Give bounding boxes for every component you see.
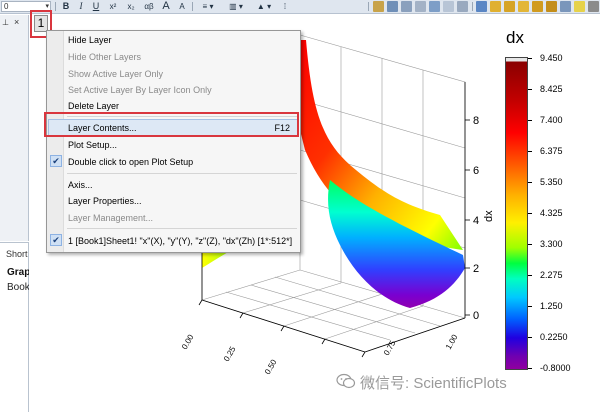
colorbar-label: 1.250 [540, 301, 563, 311]
colorbar-label: -0.8000 [540, 363, 571, 373]
colorbar-tick [528, 151, 532, 152]
watermark-text: 微信号: ScientificPlots [360, 375, 507, 392]
menu-item-axis[interactable]: Axis... [68, 178, 93, 192]
colorbar-label: 9.450 [540, 53, 563, 63]
menu-item-layer-management[interactable]: Layer Management... [68, 211, 153, 225]
x-tick-label: 0.00 [180, 333, 196, 351]
menu-item-hide-layer[interactable]: Hide Layer [68, 33, 112, 47]
menu-item-delete-layer[interactable]: Delete Layer [68, 99, 119, 113]
z-tick-label: 0 [473, 310, 479, 322]
colorbar-label: 2.275 [540, 270, 563, 280]
menu-item-hide-other-layers[interactable]: Hide Other Layers [68, 50, 141, 64]
z-tick-label: 6 [473, 165, 479, 177]
colorbar-tick [528, 337, 532, 338]
colorbar-tick [528, 275, 532, 276]
colorbar-label: 8.425 [540, 84, 563, 94]
colorbar-tick [528, 120, 532, 121]
menu-item-show-active-layer-only[interactable]: Show Active Layer Only [68, 67, 163, 81]
colorbar-title: dx [506, 28, 524, 47]
menu-separator [67, 228, 297, 229]
colorbar-tick [528, 244, 532, 245]
menu-item-layer-properties[interactable]: Layer Properties... [68, 194, 142, 208]
wechat-icon [336, 373, 356, 389]
layer-contents-highlight [44, 112, 299, 137]
layer-context-menu: Hide Layer Hide Other Layers Show Active… [46, 30, 301, 253]
z-axis-ticks [465, 119, 470, 316]
colorbar-label: 5.350 [540, 177, 563, 187]
colorbar[interactable] [505, 57, 528, 370]
menu-gutter [47, 31, 64, 252]
menu-item-set-active-layer[interactable]: Set Active Layer By Layer Icon Only [68, 83, 212, 97]
z-tick-label: 2 [473, 263, 479, 275]
menu-item-dataset[interactable]: 1 [Book1]Sheet1! "x"(X), "y"(Y), "z"(Z),… [68, 234, 292, 248]
menu-item-double-click-plot-setup[interactable]: Double click to open Plot Setup [68, 155, 193, 169]
colorbar-label: 4.325 [540, 208, 563, 218]
z-tick-label: 4 [473, 215, 479, 227]
colorbar-tick [528, 58, 532, 59]
menu-item-plot-setup[interactable]: Plot Setup... [68, 138, 117, 152]
colorbar-tick [528, 213, 532, 214]
x-tick-label: 0.50 [263, 358, 279, 376]
x-tick-label: 1.00 [444, 333, 460, 351]
z-tick-label: 8 [473, 115, 479, 127]
menu-separator [67, 173, 297, 174]
colorbar-label: 0.2250 [540, 332, 568, 342]
colorbar-label: 6.375 [540, 146, 563, 156]
x-tick-label: 0.25 [222, 345, 238, 363]
colorbar-label: 3.300 [540, 239, 563, 249]
z-axis-title: dx [483, 210, 495, 222]
colorbar-tick [528, 89, 532, 90]
colorbar-tick [528, 306, 532, 307]
checkmark-icon: ✔ [50, 155, 62, 167]
colorbar-tick [528, 182, 532, 183]
checkmark-icon: ✔ [50, 234, 62, 246]
colorbar-label: 7.400 [540, 115, 563, 125]
colorbar-tick [528, 368, 532, 369]
